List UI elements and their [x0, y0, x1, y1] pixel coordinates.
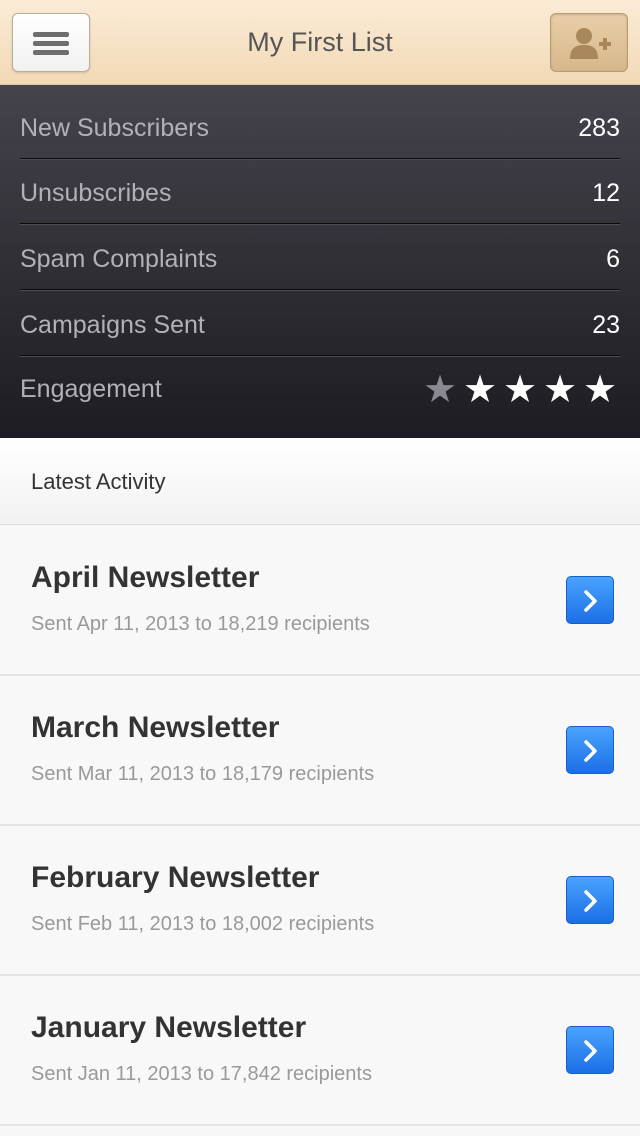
stat-value: 283 — [578, 114, 620, 142]
campaign-title: April Newsletter — [31, 561, 260, 594]
chevron-right-icon — [584, 590, 597, 612]
disclosure-button[interactable] — [566, 876, 614, 924]
list-stats-panel: New Subscribers 283 Unsubscribes 12 Spam… — [0, 85, 640, 438]
stat-row-new-subscribers: New Subscribers 283 — [20, 95, 620, 161]
stat-label: Unsubscribes — [20, 179, 172, 207]
stat-label: Spam Complaints — [20, 245, 218, 273]
campaign-title: March Newsletter — [31, 711, 280, 744]
stat-label: New Subscribers — [20, 114, 209, 142]
star-filled-icon: ★ — [462, 367, 498, 411]
list-item[interactable]: February Newsletter Sent Feb 11, 2013 to… — [0, 826, 640, 976]
campaign-subtitle: Sent Mar 11, 2013 to 18,179 recipients — [31, 763, 375, 785]
chevron-right-icon — [584, 890, 597, 912]
star-filled-icon: ★ — [542, 367, 578, 411]
list-item[interactable]: March Newsletter Sent Mar 11, 2013 to 18… — [0, 676, 640, 826]
section-title: Latest Activity — [31, 469, 166, 494]
disclosure-button[interactable] — [566, 726, 614, 774]
stat-row-campaigns-sent: Campaigns Sent 23 — [20, 292, 620, 358]
stat-label: Campaigns Sent — [20, 311, 205, 339]
add-user-icon — [570, 28, 611, 59]
stat-row-unsubscribes: Unsubscribes 12 — [20, 160, 620, 226]
menu-button[interactable] — [12, 13, 90, 72]
stat-row-engagement: Engagement ★ ★ ★ ★ ★ — [20, 356, 620, 422]
divider — [20, 223, 620, 225]
chevron-right-icon — [584, 740, 597, 762]
chevron-right-icon — [584, 1040, 597, 1062]
campaign-subtitle: Sent Feb 11, 2013 to 18,002 recipients — [31, 913, 375, 935]
latest-activity-header: Latest Activity — [0, 438, 640, 525]
campaign-title: February Newsletter — [31, 861, 320, 894]
star-filled-icon: ★ — [582, 367, 618, 411]
divider — [20, 289, 620, 291]
star-empty-icon: ★ — [422, 367, 458, 411]
page-title: My First List — [247, 27, 393, 57]
add-user-button[interactable] — [550, 13, 628, 72]
stat-value: 6 — [606, 245, 620, 273]
navigation-bar: My First List — [0, 0, 640, 85]
list-item[interactable]: January Newsletter Sent Jan 11, 2013 to … — [0, 976, 640, 1126]
campaign-subtitle: Sent Jan 11, 2013 to 17,842 recipients — [31, 1063, 372, 1085]
engagement-rating: ★ ★ ★ ★ ★ — [420, 356, 620, 422]
stat-label: Engagement — [20, 375, 162, 403]
activity-list: April Newsletter Sent Apr 11, 2013 to 18… — [0, 526, 640, 1126]
stat-value: 23 — [592, 311, 620, 339]
stat-value: 12 — [592, 179, 620, 207]
disclosure-button[interactable] — [566, 576, 614, 624]
list-item[interactable]: April Newsletter Sent Apr 11, 2013 to 18… — [0, 526, 640, 676]
star-filled-icon: ★ — [502, 367, 538, 411]
disclosure-button[interactable] — [566, 1026, 614, 1074]
stat-row-spam-complaints: Spam Complaints 6 — [20, 226, 620, 292]
campaign-title: January Newsletter — [31, 1011, 307, 1044]
campaign-subtitle: Sent Apr 11, 2013 to 18,219 recipients — [31, 613, 370, 635]
